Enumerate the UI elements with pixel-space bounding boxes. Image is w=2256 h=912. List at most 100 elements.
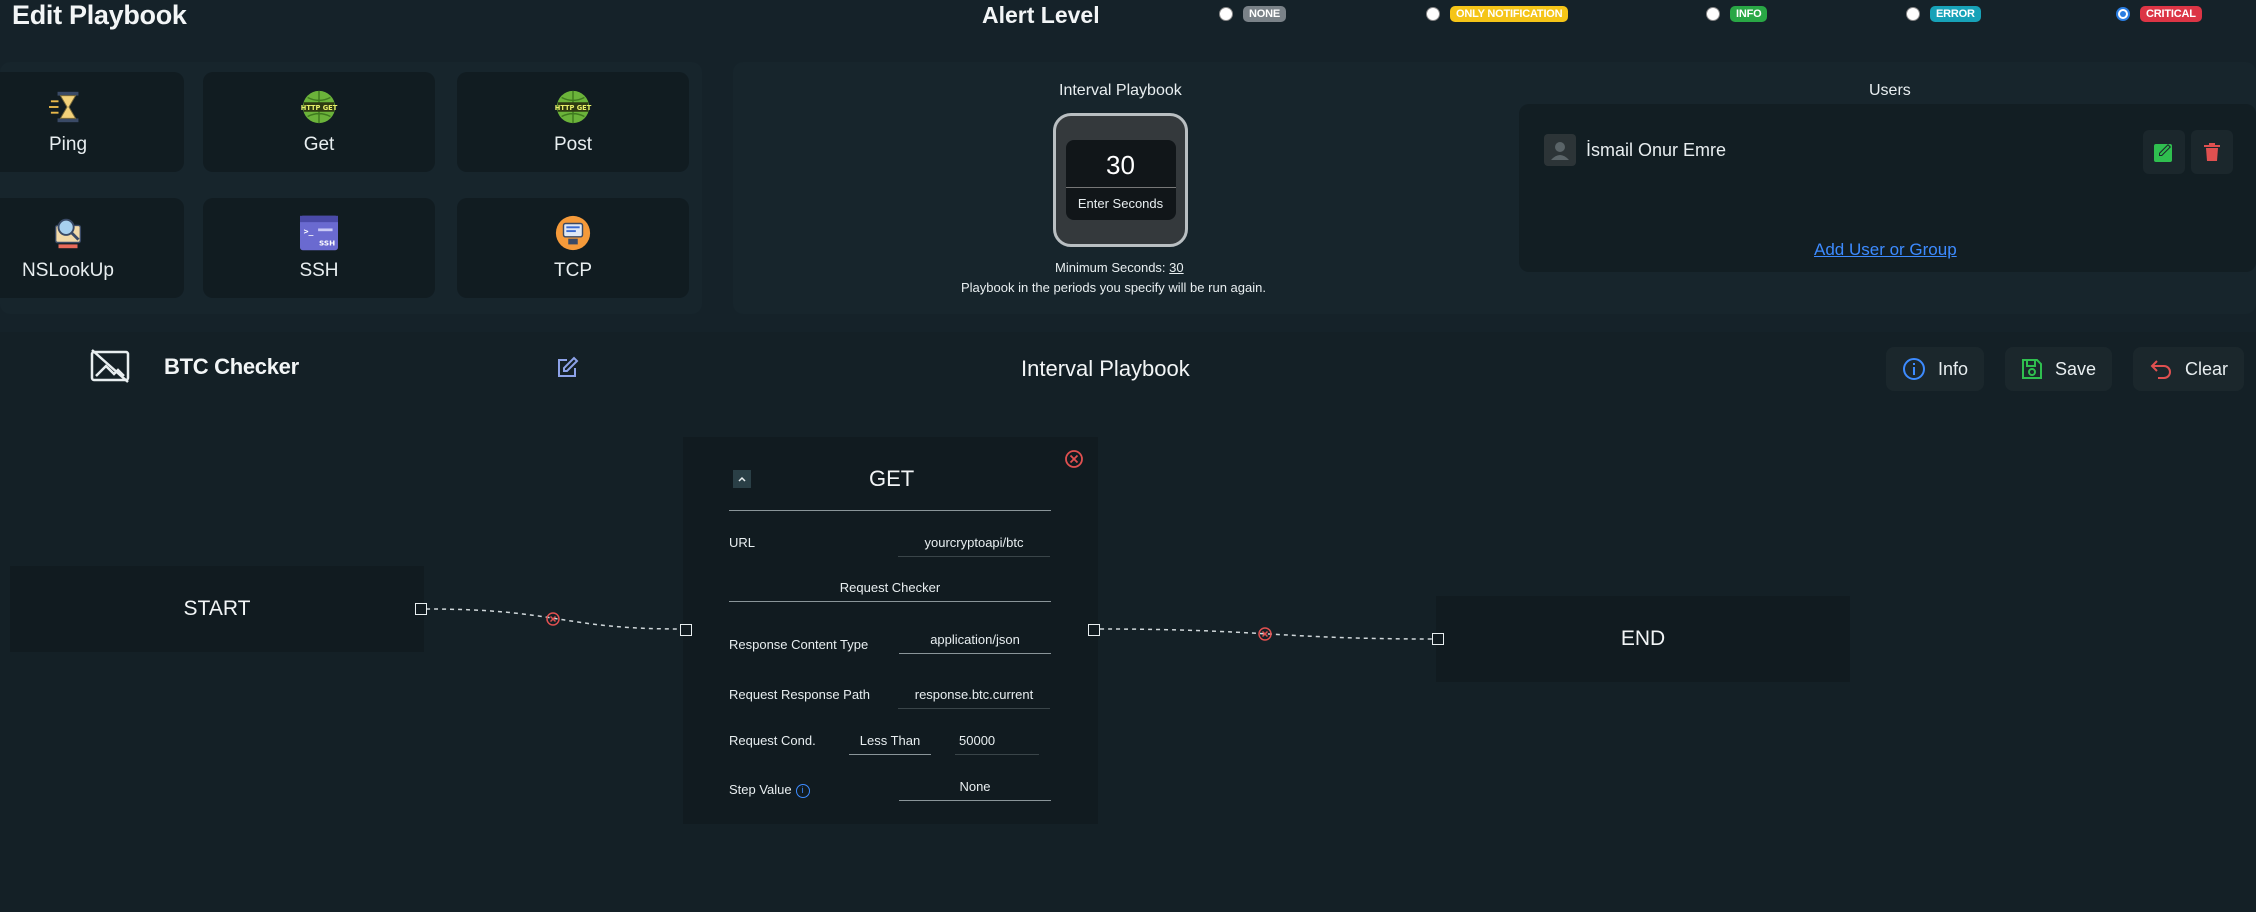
plugin-card-tcp[interactable]: TCP — [457, 198, 689, 298]
content-type-field[interactable]: application/json — [899, 632, 1051, 654]
url-label: URL — [729, 535, 756, 550]
remove-connection-icon[interactable] — [546, 612, 560, 626]
start-node[interactable]: START — [10, 566, 424, 652]
add-user-link[interactable]: Add User or Group — [1814, 240, 1957, 260]
user-row: İsmail Onur Emre — [1544, 134, 1726, 166]
end-label: END — [1620, 627, 1666, 650]
save-label: Save — [2055, 358, 2097, 379]
info-icon — [1903, 358, 1925, 380]
info-label: Info — [1938, 358, 1969, 379]
plugin-card-ping[interactable]: Ping — [0, 72, 184, 172]
hourglass-icon — [49, 88, 87, 126]
info-icon[interactable]: i — [795, 783, 810, 798]
get-input-port[interactable] — [680, 624, 692, 636]
edit-user-button[interactable] — [2143, 130, 2185, 174]
edit-icon — [2154, 144, 2172, 162]
request-cond-select[interactable]: Less Than — [849, 733, 931, 755]
svg-text:HTTP GET: HTTP GET — [301, 104, 338, 112]
alert-option-info[interactable]: INFO — [1706, 6, 1768, 22]
clear-button[interactable]: Clear — [2133, 347, 2245, 391]
alert-radio-critical[interactable] — [2116, 7, 2130, 21]
request-cond-value[interactable]: 50000 — [955, 733, 1039, 755]
alert-badge-only-notification: ONLY NOTIFICATION — [1450, 6, 1569, 22]
flow-type: Interval Playbook — [1021, 356, 1190, 381]
alert-badge-none: NONE — [1243, 6, 1286, 22]
start-label: START — [183, 597, 251, 620]
page-title: Edit Playbook — [12, 0, 187, 30]
no-image-icon — [90, 349, 130, 383]
seconds-hint: Enter Seconds — [1077, 195, 1164, 211]
pencil-square-icon — [558, 356, 579, 377]
collapse-button[interactable] — [733, 470, 751, 488]
alert-radio-error[interactable] — [1906, 7, 1920, 21]
plugin-label-get: Get — [303, 134, 335, 155]
alert-radio-none[interactable] — [1219, 7, 1233, 21]
plugin-label-tcp: TCP — [554, 260, 592, 281]
alert-badge-critical: CRITICAL — [2140, 6, 2202, 22]
response-path-label: Request Response Path — [729, 687, 870, 702]
http-get-icon: HTTP GET — [300, 88, 338, 126]
url-field[interactable]: yourcryptoapi/btc — [898, 535, 1050, 557]
plugin-card-nslookup[interactable]: NSLookUp — [0, 198, 184, 298]
end-node[interactable]: END — [1436, 596, 1850, 682]
seconds-input[interactable]: 30 Enter Seconds — [1053, 113, 1188, 247]
http-post-icon: HTTP GET — [554, 88, 592, 126]
content-type-label: Response Content Type — [729, 637, 869, 652]
alert-option-critical[interactable]: CRITICAL — [2116, 6, 2202, 22]
remove-node-button[interactable] — [1064, 449, 1084, 474]
plugin-card-ssh[interactable]: >_ SSH SSH — [203, 198, 435, 298]
svg-text:HTTP GET: HTTP GET — [555, 104, 592, 112]
interval-title: Interval Playbook — [1059, 82, 1182, 99]
users-title: Users — [1869, 82, 1911, 99]
remove-connection-icon[interactable] — [1258, 627, 1272, 641]
chevron-up-icon — [738, 476, 746, 482]
minimum-seconds: Minimum Seconds: 30 — [1055, 260, 1184, 275]
get-node-title: GET — [869, 466, 915, 491]
tcp-icon — [554, 214, 592, 252]
undo-icon — [2150, 360, 2171, 379]
seconds-display[interactable]: 30 Enter Seconds — [1065, 140, 1176, 220]
divider — [729, 510, 1051, 511]
alert-option-none[interactable]: NONE — [1219, 6, 1286, 22]
request-cond-label: Request Cond. — [729, 733, 816, 748]
svg-text:SSH: SSH — [319, 239, 335, 248]
plugin-card-post[interactable]: HTTP GET Post — [457, 72, 689, 172]
step-value-text: Step Value — [729, 782, 792, 797]
alert-badge-info: INFO — [1730, 6, 1768, 22]
end-input-port[interactable] — [1432, 633, 1444, 645]
plugin-card-get[interactable]: HTTP GET Get — [203, 72, 435, 172]
alert-radio-only-notification[interactable] — [1426, 7, 1440, 21]
alert-radio-info[interactable] — [1706, 7, 1720, 21]
get-output-port[interactable] — [1088, 624, 1100, 636]
delete-user-button[interactable] — [2191, 130, 2233, 174]
step-value-label: Step Value i — [729, 782, 810, 798]
clear-label: Clear — [2185, 358, 2229, 379]
response-path-field[interactable]: response.btc.current — [898, 687, 1050, 709]
edit-name-button[interactable] — [556, 355, 580, 384]
plugin-label-nslookup: NSLookUp — [22, 260, 114, 281]
avatar-icon — [1544, 134, 1576, 166]
alert-option-only-notification[interactable]: ONLY NOTIFICATION — [1426, 6, 1569, 22]
save-icon — [2022, 359, 2042, 379]
svg-text:>_: >_ — [304, 226, 314, 236]
user-name: İsmail Onur Emre — [1586, 139, 1727, 160]
seconds-value[interactable]: 30 — [1065, 150, 1176, 188]
interval-note: Playbook in the periods you specify will… — [961, 280, 1266, 295]
alert-option-error[interactable]: ERROR — [1906, 6, 1981, 22]
get-node[interactable] — [683, 437, 1098, 824]
alert-level-title: Alert Level — [982, 2, 1100, 28]
alert-badge-error: ERROR — [1930, 6, 1981, 22]
flow-name: BTC Checker — [164, 354, 299, 379]
plugin-label-ssh: SSH — [299, 260, 339, 281]
terminal-icon: >_ SSH — [300, 214, 338, 252]
step-value-field[interactable]: None — [899, 779, 1051, 801]
close-icon — [1065, 450, 1083, 468]
trash-icon — [2204, 143, 2220, 161]
info-button[interactable]: Info — [1886, 347, 1985, 391]
request-checker-toggle[interactable]: Request Checker — [729, 580, 1051, 602]
save-button[interactable]: Save — [2005, 347, 2113, 391]
minimum-seconds-value: 30 — [1169, 260, 1184, 275]
start-output-port[interactable] — [415, 603, 427, 615]
nslookup-icon — [49, 214, 87, 252]
plugin-label-ping: Ping — [48, 134, 88, 155]
